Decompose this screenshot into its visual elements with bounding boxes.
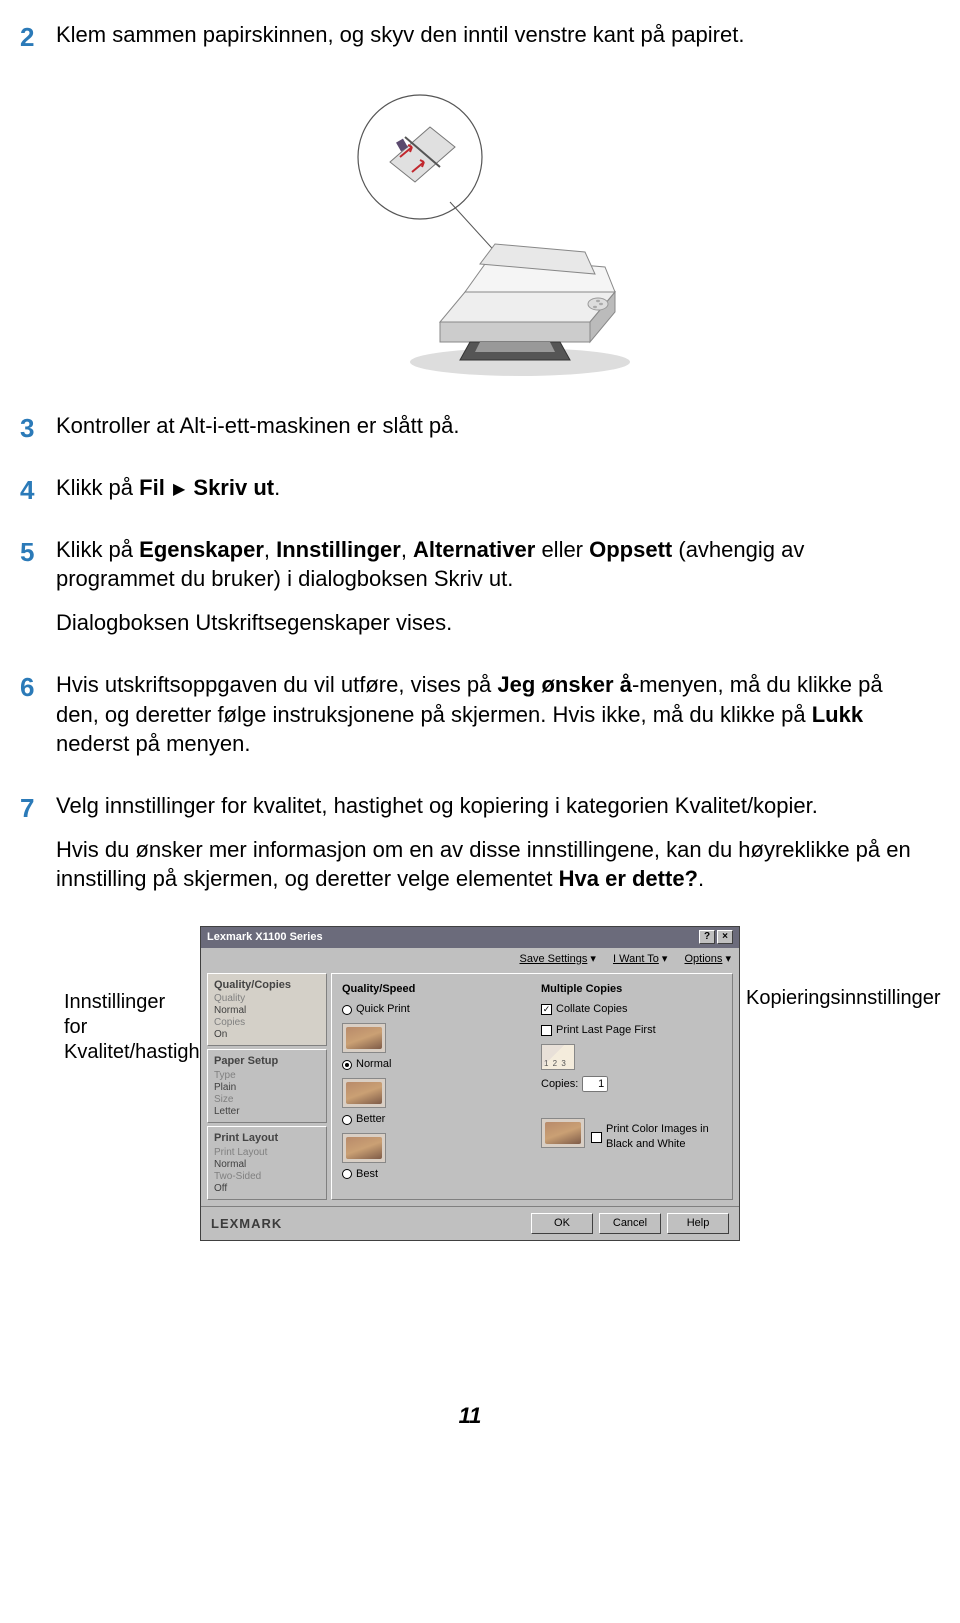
- copies-input[interactable]: [582, 1076, 608, 1092]
- quality-speed-group: Quality/Speed Quick Print Normal Better: [342, 982, 523, 1192]
- step-number: 7: [20, 791, 56, 826]
- tab-quality-copies[interactable]: Quality/Copies Quality Normal Copies On: [207, 973, 327, 1047]
- annotation-right: Kopieringsinnstillinger: [746, 926, 876, 1011]
- step-number: 6: [20, 670, 56, 705]
- step-number: 4: [20, 473, 56, 508]
- step-5: 5 Klikk på Egenskaper, Innstillinger, Al…: [20, 535, 920, 652]
- dialog-wrapper: Innstillinger for Kvalitet/hastighet Lex…: [20, 926, 920, 1241]
- check-collate[interactable]: ✓Collate Copies: [541, 1002, 722, 1017]
- step-number: 2: [20, 20, 56, 55]
- ok-button[interactable]: OK: [531, 1213, 593, 1234]
- step-text: Klikk på Egenskaper, Innstillinger, Alte…: [56, 535, 920, 594]
- radio-normal[interactable]: Normal: [342, 1057, 523, 1072]
- preview-thumb-icon: [342, 1078, 386, 1108]
- dialog-titlebar: Lexmark X1100 Series ? ×: [201, 927, 739, 948]
- dialog-outer: Lexmark X1100 Series ? × Save Settings ▾…: [200, 926, 740, 1241]
- preview-thumb-icon: [342, 1133, 386, 1163]
- help-button[interactable]: Help: [667, 1213, 729, 1234]
- help-titlebar-button[interactable]: ?: [699, 930, 715, 944]
- tab-sidebar: Quality/Copies Quality Normal Copies On …: [207, 973, 327, 1201]
- brand-logo: LEXMARK: [211, 1215, 282, 1233]
- step-body: Klem sammen papirskinnen, og skyv den in…: [56, 20, 920, 64]
- close-titlebar-button[interactable]: ×: [717, 930, 733, 944]
- multiple-copies-header: Multiple Copies: [541, 982, 722, 997]
- page-number: 11: [20, 1401, 920, 1431]
- print-properties-dialog: Lexmark X1100 Series ? × Save Settings ▾…: [200, 926, 740, 1241]
- dialog-top-links: Save Settings ▾ I Want To ▾ Options ▾: [201, 948, 739, 969]
- step-text: Kontroller at Alt-i-ett-maskinen er slåt…: [56, 411, 920, 441]
- options-link[interactable]: Options ▾: [685, 953, 732, 965]
- radio-best[interactable]: Best: [342, 1167, 523, 1182]
- step-text: Velg innstillinger for kvalitet, hastigh…: [56, 791, 920, 821]
- multiple-copies-group: Multiple Copies ✓Collate Copies Print La…: [541, 982, 722, 1192]
- copies-label: Copies:: [541, 1077, 578, 1092]
- dialog-footer: LEXMARK OK Cancel Help: [201, 1206, 739, 1240]
- check-last-page-first[interactable]: Print Last Page First: [541, 1023, 722, 1038]
- step-subtext: Dialogboksen Utskriftsegenskaper vises.: [56, 608, 920, 638]
- step-number: 3: [20, 411, 56, 446]
- printer-illustration: [20, 82, 920, 390]
- step-6: 6 Hvis utskriftsoppgaven du vil utføre, …: [20, 670, 920, 773]
- tab-print-layout[interactable]: Print Layout Print Layout Normal Two-Sid…: [207, 1126, 327, 1200]
- preview-thumb-icon: [342, 1023, 386, 1053]
- quality-copies-panel: Quality/Speed Quick Print Normal Better: [331, 973, 733, 1201]
- quality-speed-header: Quality/Speed: [342, 982, 523, 997]
- step-text-2: Hvis du ønsker mer informasjon om en av …: [56, 835, 920, 894]
- color-bw-thumb-icon: [541, 1118, 585, 1148]
- dialog-title: Lexmark X1100 Series: [207, 930, 323, 945]
- step-3: 3 Kontroller at Alt-i-ett-maskinen er sl…: [20, 411, 920, 455]
- radio-quick-print[interactable]: Quick Print: [342, 1002, 523, 1017]
- cancel-button[interactable]: Cancel: [599, 1213, 661, 1234]
- step-2: 2 Klem sammen papirskinnen, og skyv den …: [20, 20, 920, 64]
- check-print-bw[interactable]: Print Color Images in Black and White: [591, 1122, 722, 1152]
- step-number: 5: [20, 535, 56, 570]
- triangle-right-icon: ▶: [173, 479, 185, 501]
- step-text: Hvis utskriftsoppgaven du vil utføre, vi…: [56, 670, 920, 759]
- step-7: 7 Velg innstillinger for kvalitet, hasti…: [20, 791, 920, 908]
- i-want-to-link[interactable]: I Want To ▾: [613, 953, 667, 965]
- step-text: Klem sammen papirskinnen, og skyv den in…: [56, 20, 920, 50]
- tab-paper-setup[interactable]: Paper Setup Type Plain Size Letter: [207, 1049, 327, 1123]
- save-settings-link[interactable]: Save Settings ▾: [519, 953, 595, 965]
- annotation-left: Innstillinger for Kvalitet/hastighet: [64, 926, 194, 1065]
- copies-stack-icon: [541, 1044, 575, 1070]
- step-text: Klikk på Fil ▶ Skriv ut.: [56, 473, 920, 503]
- radio-better[interactable]: Better: [342, 1112, 523, 1127]
- step-4: 4 Klikk på Fil ▶ Skriv ut.: [20, 473, 920, 517]
